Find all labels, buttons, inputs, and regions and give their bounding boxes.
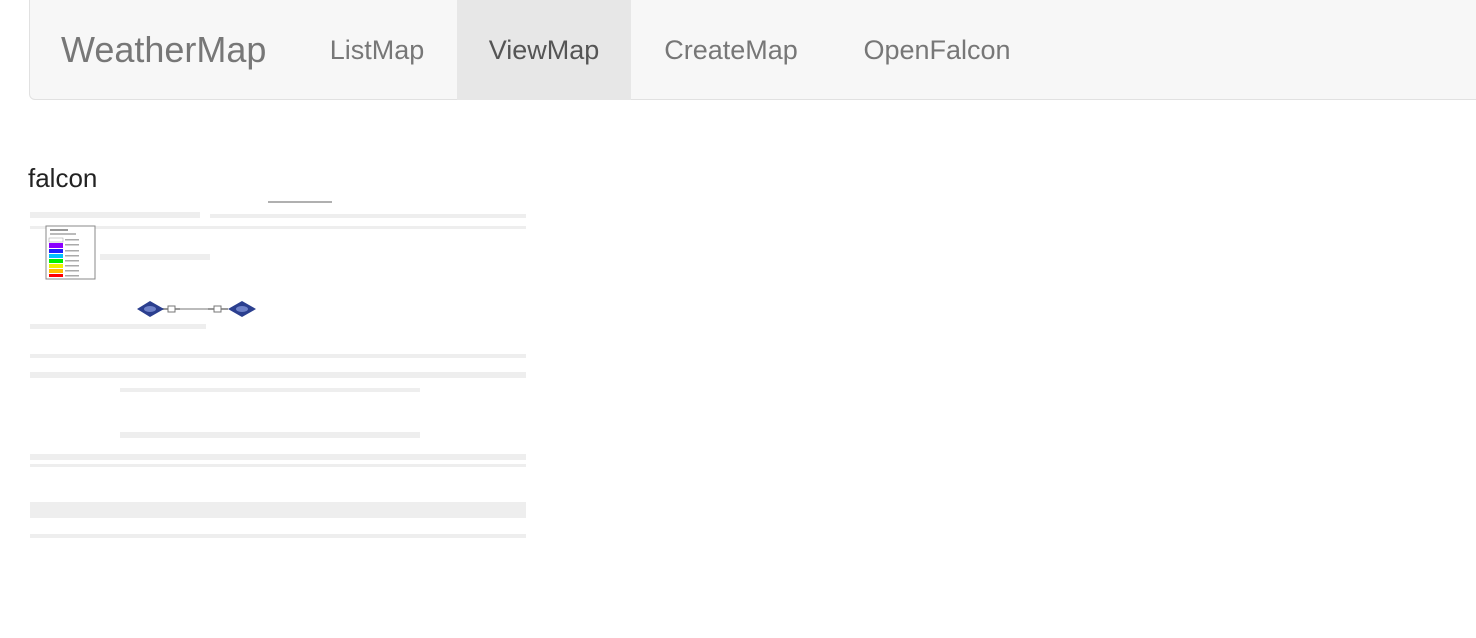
- weathermap-image: [30, 196, 530, 546]
- faint-background-lines: [30, 212, 526, 538]
- page-title: falcon: [28, 163, 98, 193]
- nav-item-createmap[interactable]: CreateMap: [631, 0, 831, 100]
- top-navbar: WeatherMap ListMap ViewMap CreateMap Ope…: [29, 0, 1476, 100]
- nav-item-viewmap[interactable]: ViewMap: [457, 0, 631, 100]
- traffic-legend: [45, 225, 96, 280]
- map-header-text: [268, 201, 332, 203]
- nav-item-openfalcon[interactable]: OpenFalcon: [831, 0, 1043, 100]
- nav-item-listmap[interactable]: ListMap: [297, 0, 457, 100]
- network-link: [154, 305, 228, 313]
- network-node-left: [137, 301, 164, 317]
- network-node-right: [228, 301, 256, 317]
- brand-link[interactable]: WeatherMap: [61, 0, 266, 100]
- weathermap-canvas: [30, 201, 526, 538]
